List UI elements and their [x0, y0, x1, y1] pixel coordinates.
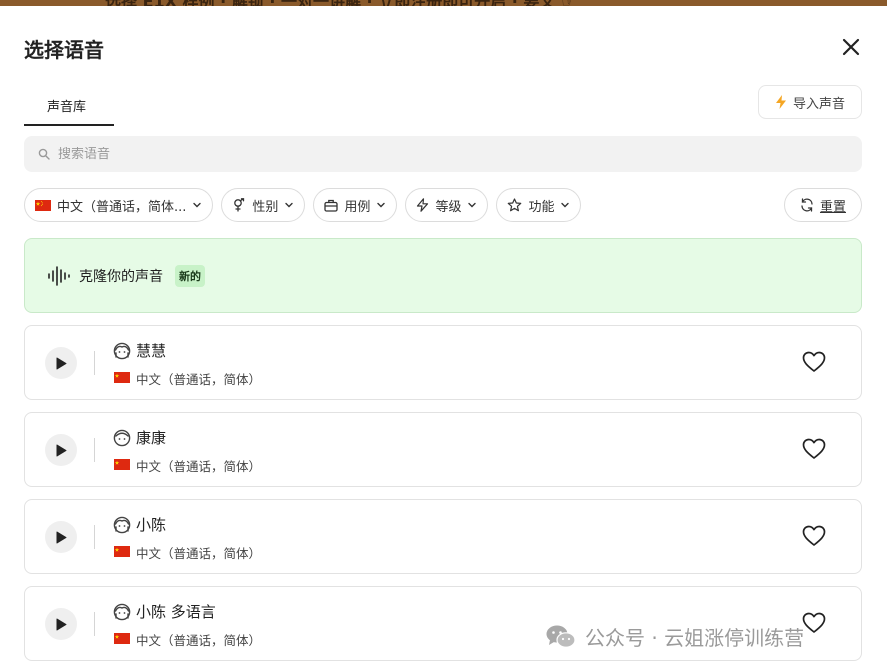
- play-icon: [56, 531, 67, 543]
- feature-filter[interactable]: 功能: [496, 188, 582, 222]
- search-icon: [38, 148, 50, 160]
- china-flag-icon: [114, 546, 130, 557]
- dialog-title: 选择语音: [24, 38, 104, 62]
- voice-language: 中文（普通话，简体）: [136, 633, 262, 648]
- gender-filter[interactable]: 性别: [221, 188, 306, 222]
- new-badge: 新的: [175, 264, 205, 287]
- heart-icon: [802, 612, 826, 633]
- china-flag-icon: [114, 633, 130, 644]
- male-avatar-icon: [113, 429, 131, 447]
- import-voice-label: 导入声音: [792, 96, 845, 112]
- waveform-icon: [48, 265, 70, 286]
- gender-filter-label: 性别: [252, 199, 279, 215]
- wechat-icon: [546, 625, 576, 648]
- divider: [94, 438, 95, 462]
- close-button[interactable]: [838, 34, 864, 60]
- reset-filters-button[interactable]: 重置: [784, 188, 862, 222]
- star-icon: [508, 198, 522, 212]
- voice-row[interactable]: 康康 中文（普通话，简体）: [24, 412, 862, 487]
- gender-icon: [234, 198, 245, 212]
- bolt-icon: [417, 198, 429, 212]
- play-icon: [56, 357, 67, 369]
- favorite-button[interactable]: [802, 525, 826, 547]
- bolt-icon: [775, 95, 786, 109]
- refresh-icon: [801, 198, 813, 212]
- divider: [94, 351, 95, 375]
- chevron-down-icon: [561, 202, 570, 208]
- female-avatar-icon: [113, 342, 131, 360]
- language-filter[interactable]: 中文（普通话，简体...: [24, 188, 214, 222]
- briefcase-icon: [324, 199, 339, 212]
- female-avatar-icon: [113, 603, 131, 621]
- female-avatar-icon: [113, 516, 131, 534]
- chevron-down-icon: [377, 202, 386, 208]
- import-voice-button[interactable]: 导入声音: [758, 85, 862, 119]
- tier-filter[interactable]: 等级: [405, 188, 489, 222]
- divider: [94, 612, 95, 636]
- voice-language: 中文（普通话，简体）: [136, 546, 262, 561]
- play-button[interactable]: [45, 434, 77, 466]
- voice-name: 小陈: [136, 516, 167, 534]
- clone-voice-card[interactable]: 克隆你的声音 新的: [24, 238, 862, 313]
- chevron-down-icon: [285, 202, 294, 208]
- feature-filter-label: 功能: [528, 199, 555, 215]
- play-button[interactable]: [45, 521, 77, 553]
- china-flag-icon: [35, 199, 51, 211]
- use-case-filter[interactable]: 用例: [313, 188, 398, 222]
- play-button[interactable]: [45, 347, 77, 379]
- select-voice-dialog: 选择语音 声音库 导入声音 中文（普通话，简体...: [0, 6, 887, 672]
- voice-row[interactable]: 慧慧 中文（普通话，简体）: [24, 325, 862, 400]
- clone-voice-label: 克隆你的声音: [79, 268, 163, 285]
- favorite-button[interactable]: [802, 438, 826, 460]
- voice-name: 慧慧: [136, 342, 167, 360]
- language-filter-label: 中文（普通话，简体...: [57, 199, 187, 215]
- close-icon: [842, 38, 860, 56]
- heart-icon: [802, 351, 826, 372]
- play-button[interactable]: [45, 608, 77, 640]
- heart-icon: [802, 438, 826, 459]
- tier-filter-label: 等级: [435, 199, 462, 215]
- voice-language: 中文（普通话，简体）: [136, 372, 262, 387]
- use-case-filter-label: 用例: [344, 199, 371, 215]
- play-icon: [56, 444, 67, 456]
- filter-bar: 中文（普通话，简体... 性别 用例 等级 功能: [24, 188, 582, 222]
- voice-name: 小陈 多语言: [136, 603, 216, 621]
- reset-filters-label: 重置: [819, 199, 846, 215]
- china-flag-icon: [114, 372, 130, 383]
- search-bar: [24, 136, 862, 172]
- favorite-button[interactable]: [802, 351, 826, 373]
- play-icon: [56, 618, 67, 630]
- search-input[interactable]: [58, 146, 818, 162]
- voice-language: 中文（普通话，简体）: [136, 459, 262, 474]
- favorite-button[interactable]: [802, 612, 826, 634]
- voice-name: 康康: [136, 429, 167, 447]
- watermark: 公众号 · 云姐涨停训练营: [545, 622, 804, 651]
- chevron-down-icon: [193, 202, 202, 208]
- chevron-down-icon: [468, 202, 477, 208]
- watermark-text: 公众号 · 云姐涨停训练营: [585, 626, 805, 650]
- china-flag-icon: [114, 459, 130, 470]
- tab-voice-library[interactable]: 声音库: [24, 86, 114, 126]
- voice-row[interactable]: 小陈 中文（普通话，简体）: [24, 499, 862, 574]
- tab-label: 声音库: [47, 100, 87, 115]
- active-tab-indicator: [24, 124, 114, 126]
- heart-icon: [802, 525, 826, 546]
- divider: [94, 525, 95, 549]
